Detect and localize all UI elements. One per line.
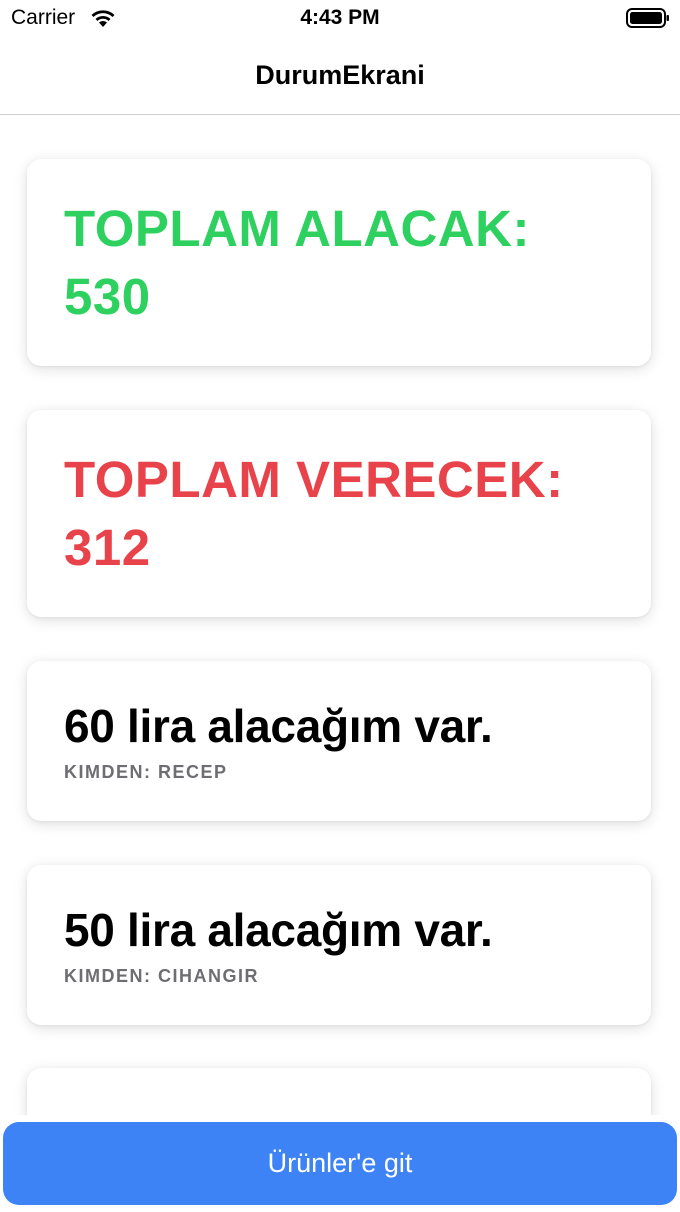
entry-amount-text: 50 lira alacağım var. xyxy=(64,904,493,956)
receivable-value: 530 xyxy=(64,268,151,325)
receivable-summary-card: TOPLAM ALACAK: 530 xyxy=(27,159,651,366)
list-item[interactable]: 50 lira alacağım var. KIMDEN: CIHANGIR xyxy=(27,865,651,1025)
go-to-products-button[interactable]: Ürünler'e git xyxy=(3,1122,677,1205)
receivable-label: TOPLAM ALACAK: xyxy=(64,200,530,257)
payable-label: TOPLAM VERECEK: xyxy=(64,451,564,508)
payable-summary: TOPLAM VERECEK: 312 xyxy=(64,446,624,582)
entry-from-label: KIMDEN: CIHANGIR xyxy=(64,966,259,986)
list-item[interactable]: 60 lira alacağım var. KIMDEN: RECEP xyxy=(27,661,651,821)
content-scroll-view[interactable]: TOPLAM ALACAK: 530 TOPLAM VERECEK: 312 6… xyxy=(0,115,680,1115)
entry-amount-text: 60 lira alacağım var. xyxy=(64,700,493,752)
clock: 4:43 PM xyxy=(300,6,380,29)
battery-icon xyxy=(626,8,669,28)
status-bar: Carrier 4:43 PM xyxy=(0,0,680,36)
page-title: DurumEkrani xyxy=(255,60,425,90)
list-item[interactable] xyxy=(27,1068,651,1115)
payable-value: 312 xyxy=(64,519,151,576)
entry-from-label: KIMDEN: RECEP xyxy=(64,762,228,782)
navigation-bar: DurumEkrani xyxy=(0,36,680,115)
receivable-summary: TOPLAM ALACAK: 530 xyxy=(64,195,624,331)
payable-summary-card: TOPLAM VERECEK: 312 xyxy=(27,410,651,617)
